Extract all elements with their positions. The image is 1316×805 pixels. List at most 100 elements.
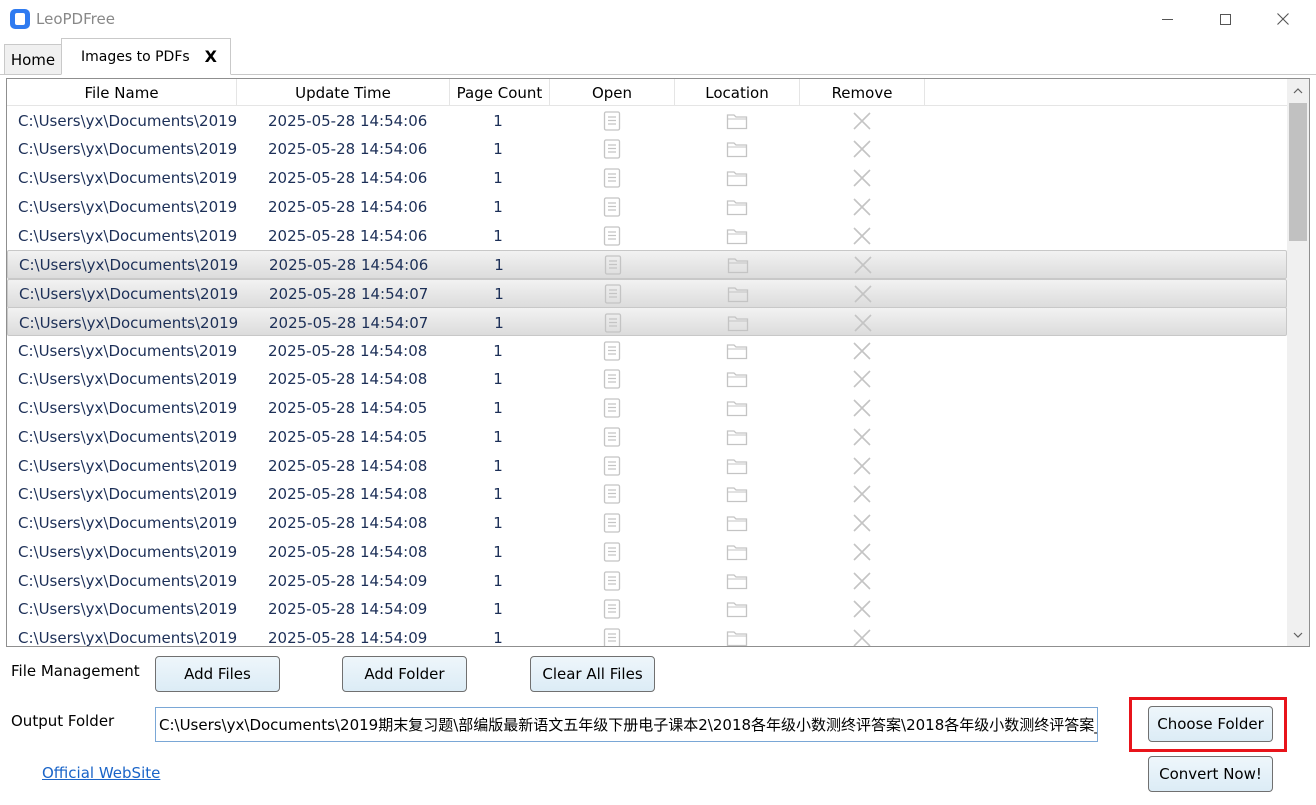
add-folder-button[interactable]: Add Folder bbox=[342, 656, 467, 692]
folder-icon[interactable] bbox=[675, 251, 800, 280]
remove-x-icon[interactable] bbox=[799, 624, 924, 646]
document-icon[interactable] bbox=[549, 135, 674, 164]
folder-icon[interactable] bbox=[674, 566, 799, 595]
remove-x-icon[interactable] bbox=[800, 251, 925, 280]
remove-x-icon[interactable] bbox=[799, 509, 924, 538]
document-icon[interactable] bbox=[549, 624, 674, 646]
document-icon[interactable] bbox=[549, 221, 674, 250]
folder-icon[interactable] bbox=[675, 308, 800, 337]
remove-x-icon[interactable] bbox=[799, 566, 924, 595]
table-row[interactable]: C:\Users\yx\Documents\2019 2025-05-28 14:… bbox=[7, 249, 1287, 280]
document-icon[interactable] bbox=[549, 595, 674, 624]
table-row[interactable]: C:\Users\yx\Documents\2019 2025-05-28 14:… bbox=[7, 365, 1287, 394]
scroll-down-arrow-icon[interactable] bbox=[1287, 625, 1309, 645]
folder-icon[interactable] bbox=[674, 451, 799, 480]
folder-icon[interactable] bbox=[674, 509, 799, 538]
remove-x-icon[interactable] bbox=[799, 394, 924, 423]
tab-close-button[interactable]: X bbox=[205, 47, 217, 66]
output-folder-input[interactable]: C:\Users\yx\Documents\2019期末复习题\部编版最新语文五… bbox=[155, 707, 1098, 742]
document-icon[interactable] bbox=[549, 164, 674, 193]
tab-home[interactable]: Home bbox=[4, 44, 62, 75]
remove-x-icon[interactable] bbox=[799, 365, 924, 394]
table-row[interactable]: C:\Users\yx\Documents\2019 2025-05-28 14:… bbox=[7, 278, 1287, 309]
table-row[interactable]: C:\Users\yx\Documents\2019 2025-05-28 14:… bbox=[7, 509, 1287, 538]
remove-x-icon[interactable] bbox=[799, 422, 924, 451]
folder-icon[interactable] bbox=[674, 595, 799, 624]
remove-x-icon[interactable] bbox=[800, 308, 925, 337]
remove-x-icon[interactable] bbox=[799, 537, 924, 566]
vertical-scrollbar[interactable] bbox=[1287, 79, 1309, 646]
scroll-up-arrow-icon[interactable] bbox=[1287, 81, 1309, 101]
column-header-page-count[interactable]: Page Count bbox=[450, 79, 550, 106]
remove-x-icon[interactable] bbox=[799, 336, 924, 365]
folder-icon[interactable] bbox=[674, 422, 799, 451]
document-icon[interactable] bbox=[549, 106, 674, 135]
table-row[interactable]: C:\Users\yx\Documents\2019 2025-05-28 14:… bbox=[7, 480, 1287, 509]
table-row[interactable]: C:\Users\yx\Documents\2019 2025-05-28 14:… bbox=[7, 537, 1287, 566]
remove-x-icon[interactable] bbox=[799, 595, 924, 624]
folder-icon[interactable] bbox=[674, 106, 799, 135]
official-website-link[interactable]: Official WebSite bbox=[42, 764, 160, 782]
choose-folder-button[interactable]: Choose Folder bbox=[1148, 706, 1273, 742]
folder-icon[interactable] bbox=[674, 365, 799, 394]
folder-icon[interactable] bbox=[674, 394, 799, 423]
document-icon[interactable] bbox=[549, 422, 674, 451]
convert-now-button[interactable]: Convert Now! bbox=[1148, 756, 1273, 792]
table-row[interactable]: C:\Users\yx\Documents\2019 2025-05-28 14:… bbox=[7, 221, 1287, 250]
document-icon[interactable] bbox=[549, 451, 674, 480]
document-icon[interactable] bbox=[549, 365, 674, 394]
document-icon[interactable] bbox=[550, 308, 675, 337]
remove-x-icon[interactable] bbox=[799, 480, 924, 509]
remove-x-icon[interactable] bbox=[799, 135, 924, 164]
table-row[interactable]: C:\Users\yx\Documents\2019 2025-05-28 14:… bbox=[7, 307, 1287, 337]
table-row[interactable]: C:\Users\yx\Documents\2019 2025-05-28 14:… bbox=[7, 595, 1287, 624]
folder-icon[interactable] bbox=[674, 480, 799, 509]
table-row[interactable]: C:\Users\yx\Documents\2019 2025-05-28 14:… bbox=[7, 624, 1287, 646]
table-row[interactable]: C:\Users\yx\Documents\2019 2025-05-28 14:… bbox=[7, 106, 1287, 135]
minimize-button[interactable] bbox=[1144, 4, 1190, 34]
folder-icon[interactable] bbox=[674, 624, 799, 646]
column-header-remove[interactable]: Remove bbox=[800, 79, 925, 106]
column-header-open[interactable]: Open bbox=[550, 79, 675, 106]
maximize-button[interactable] bbox=[1202, 4, 1248, 34]
page-count-cell: 1 bbox=[493, 456, 503, 475]
remove-x-icon[interactable] bbox=[800, 280, 925, 309]
close-window-button[interactable] bbox=[1260, 4, 1306, 34]
folder-icon[interactable] bbox=[674, 537, 799, 566]
folder-icon[interactable] bbox=[674, 164, 799, 193]
folder-icon[interactable] bbox=[674, 221, 799, 250]
remove-x-icon[interactable] bbox=[799, 221, 924, 250]
table-row[interactable]: C:\Users\yx\Documents\2019 2025-05-28 14:… bbox=[7, 192, 1287, 221]
table-row[interactable]: C:\Users\yx\Documents\2019 2025-05-28 14:… bbox=[7, 164, 1287, 193]
table-row[interactable]: C:\Users\yx\Documents\2019 2025-05-28 14:… bbox=[7, 422, 1287, 451]
folder-icon[interactable] bbox=[674, 192, 799, 221]
folder-icon[interactable] bbox=[674, 336, 799, 365]
remove-x-icon[interactable] bbox=[799, 192, 924, 221]
document-icon[interactable] bbox=[549, 537, 674, 566]
remove-x-icon[interactable] bbox=[799, 106, 924, 135]
document-icon[interactable] bbox=[549, 336, 674, 365]
document-icon[interactable] bbox=[549, 394, 674, 423]
folder-icon[interactable] bbox=[675, 280, 800, 309]
table-row[interactable]: C:\Users\yx\Documents\2019 2025-05-28 14:… bbox=[7, 336, 1287, 365]
column-header-location[interactable]: Location bbox=[675, 79, 800, 106]
table-row[interactable]: C:\Users\yx\Documents\2019 2025-05-28 14:… bbox=[7, 451, 1287, 480]
table-row[interactable]: C:\Users\yx\Documents\2019 2025-05-28 14:… bbox=[7, 394, 1287, 423]
scrollbar-thumb[interactable] bbox=[1289, 103, 1307, 241]
document-icon[interactable] bbox=[550, 280, 675, 309]
table-row[interactable]: C:\Users\yx\Documents\2019 2025-05-28 14:… bbox=[7, 566, 1287, 595]
folder-icon[interactable] bbox=[674, 135, 799, 164]
document-icon[interactable] bbox=[549, 192, 674, 221]
document-icon[interactable] bbox=[550, 251, 675, 280]
clear-all-files-button[interactable]: Clear All Files bbox=[530, 656, 655, 692]
add-files-button[interactable]: Add Files bbox=[155, 656, 280, 692]
remove-x-icon[interactable] bbox=[799, 451, 924, 480]
tab-images-to-pdfs[interactable]: Images to PDFs X bbox=[61, 38, 231, 75]
column-header-file-name[interactable]: File Name bbox=[7, 79, 237, 106]
remove-x-icon[interactable] bbox=[799, 164, 924, 193]
document-icon[interactable] bbox=[549, 509, 674, 538]
column-header-update-time[interactable]: Update Time bbox=[237, 79, 450, 106]
document-icon[interactable] bbox=[549, 566, 674, 595]
table-row[interactable]: C:\Users\yx\Documents\2019 2025-05-28 14:… bbox=[7, 135, 1287, 164]
document-icon[interactable] bbox=[549, 480, 674, 509]
